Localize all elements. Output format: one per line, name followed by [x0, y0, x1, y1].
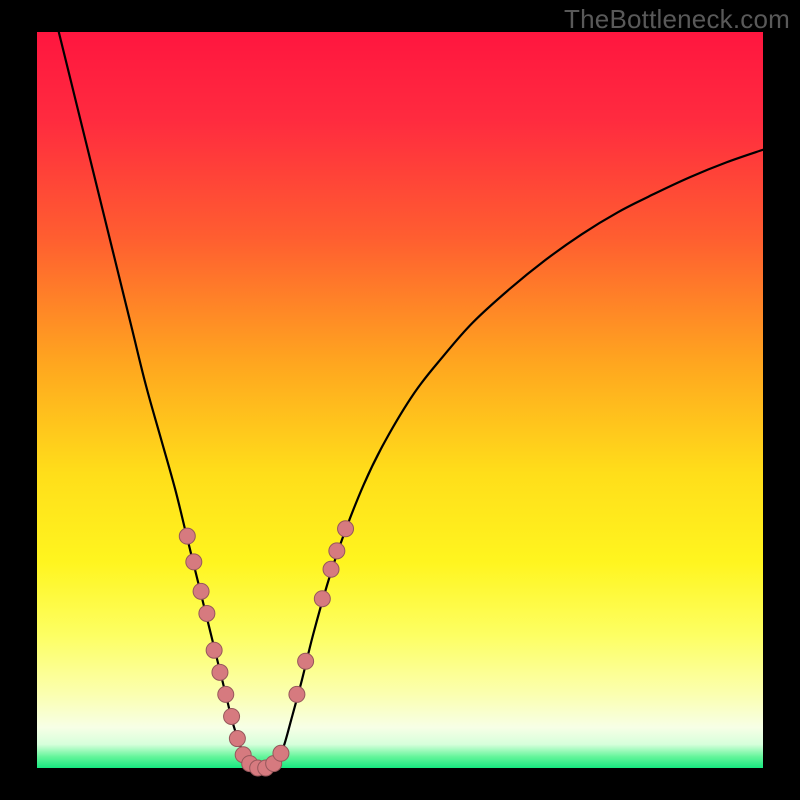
- data-dot: [206, 642, 222, 658]
- chart-frame: TheBottleneck.com: [0, 0, 800, 800]
- data-dot: [338, 521, 354, 537]
- bottleneck-chart: [0, 0, 800, 800]
- data-dot: [314, 591, 330, 607]
- data-dot: [289, 686, 305, 702]
- data-dot: [229, 731, 245, 747]
- data-dot: [224, 708, 240, 724]
- data-dot: [273, 745, 289, 761]
- data-dot: [212, 664, 228, 680]
- data-dot: [298, 653, 314, 669]
- data-dot: [199, 605, 215, 621]
- data-dot: [218, 686, 234, 702]
- plot-background: [37, 32, 763, 768]
- data-dot: [186, 554, 202, 570]
- data-dot: [329, 543, 345, 559]
- data-dot: [193, 583, 209, 599]
- data-dot: [323, 561, 339, 577]
- data-dot: [179, 528, 195, 544]
